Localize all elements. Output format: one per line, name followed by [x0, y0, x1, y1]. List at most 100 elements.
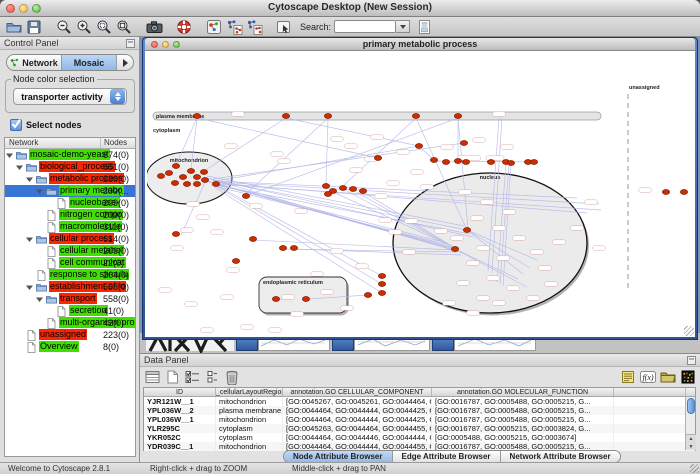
table-row-YLR295C[interactable]: YLR295Ccytoplasm[GO:0045263, GO:0044464,… [144, 424, 695, 433]
graph-node[interactable] [430, 158, 437, 163]
open-session-icon[interactable] [5, 18, 23, 36]
column-header-ID[interactable]: ID [144, 388, 216, 396]
graph-node[interactable] [364, 293, 371, 298]
graph-node[interactable] [680, 190, 687, 195]
new-attribute-icon[interactable] [163, 368, 181, 386]
zoom-selected-region-icon[interactable] [95, 18, 113, 36]
graph-node[interactable] [378, 274, 385, 279]
tab-network-attribute-browser[interactable]: Network Attribute Browser [501, 451, 620, 462]
tab-node-attribute-browser[interactable]: Node Attribute Browser [284, 451, 393, 462]
expand-triangle-icon[interactable] [26, 176, 33, 183]
unselect-attributes-icon[interactable] [203, 368, 221, 386]
tree-header-network[interactable]: Network [5, 138, 101, 148]
graph-node[interactable] [322, 184, 329, 189]
graph-node[interactable] [172, 232, 179, 237]
table-vertical-scrollbar[interactable]: ▲▼ [685, 397, 695, 450]
tab-network[interactable]: Network [7, 55, 62, 70]
table-row-YJR121W__1[interactable]: YJR121W__1mitochondrion[GO:0045267, GO:0… [144, 397, 695, 406]
graph-node[interactable] [324, 192, 331, 197]
expand-triangle-icon[interactable] [36, 188, 43, 195]
table-row-YPL036W__2[interactable]: YPL036W__2plasma membrane[GO:0044464, GO… [144, 406, 695, 415]
graph-node[interactable] [415, 144, 422, 149]
tree-row-secretion[interactable]: secretion41(0) [5, 305, 135, 317]
float-panel-icon[interactable] [687, 356, 696, 365]
tree-row-establishment-of-lo[interactable]: establishment of lo558(0) [5, 281, 135, 293]
tree-row-macromolecule[interactable]: macromolecule311(0) [5, 221, 135, 233]
attribute-table-icon[interactable] [143, 368, 161, 386]
graph-node[interactable] [349, 187, 356, 192]
duplicate-network-icon[interactable] [225, 18, 243, 36]
frame-resize-grip-icon[interactable] [684, 326, 694, 336]
column-header-blank[interactable] [614, 388, 686, 396]
graph-node[interactable] [324, 114, 331, 119]
function-builder-icon[interactable]: f(x) [639, 368, 657, 386]
zoom-to-fit-icon[interactable] [115, 18, 133, 36]
tree-row-primary-metabo[interactable]: primary metabo209(... [5, 185, 135, 197]
search-configuration-icon[interactable] [416, 18, 434, 36]
float-panel-icon[interactable] [126, 39, 135, 48]
delete-attribute-icon[interactable] [223, 368, 241, 386]
graph-node[interactable] [179, 175, 186, 180]
graph-node[interactable] [462, 160, 469, 165]
graph-node[interactable] [290, 246, 297, 251]
node-color-combobox[interactable]: transporter activity [13, 88, 127, 105]
table-row-YKR052C[interactable]: YKR052Ccytoplasm[GO:0044464, GO:0044446,… [144, 433, 695, 442]
graph-node[interactable] [165, 171, 172, 176]
tab-scroll-right-icon[interactable] [117, 55, 133, 70]
graph-node[interactable] [507, 161, 514, 166]
destroy-network-icon[interactable] [245, 18, 263, 36]
graph-node[interactable] [378, 282, 385, 287]
tree-row-transport[interactable]: transport558(0) [5, 293, 135, 305]
column-header-annotation.GO MOLECULAR_FUNCTION[interactable]: annotation.GO MOLECULAR_FUNCTION [432, 388, 614, 396]
expand-triangle-icon[interactable] [26, 236, 33, 243]
graph-node[interactable] [171, 181, 178, 186]
tree-header-nodes[interactable]: Nodes [101, 138, 135, 148]
tab-mosaic[interactable]: Mosaic [62, 55, 117, 70]
zoom-out-icon[interactable] [55, 18, 73, 36]
graph-node[interactable] [200, 170, 207, 175]
expand-triangle-icon[interactable] [36, 296, 43, 303]
tab-edge-attribute-browser[interactable]: Edge Attribute Browser [393, 451, 501, 462]
network-view-titlebar[interactable]: primary metabolic process [145, 38, 695, 51]
tree-row-response-to-stimulu[interactable]: response to stimulu264(0) [5, 269, 135, 281]
graph-node[interactable] [242, 194, 249, 199]
search-dropdown-icon[interactable] [396, 20, 410, 33]
column-header-_cellularLayoutRegion[interactable]: _cellularLayoutRegion [216, 388, 283, 396]
tree-row-multi-organism-pro[interactable]: multi-organism pro42(0) [5, 317, 135, 329]
attribute-notes-icon[interactable] [619, 368, 637, 386]
select-attributes-icon[interactable] [183, 368, 201, 386]
save-session-icon[interactable] [25, 18, 43, 36]
tree-row-nucleobase-[interactable]: nucleobase-209(0) [5, 197, 135, 209]
import-attributes-icon[interactable] [659, 368, 677, 386]
graph-node[interactable] [451, 247, 458, 252]
open-vizmapper-icon[interactable] [205, 18, 223, 36]
attribute-matrix-icon[interactable] [679, 368, 697, 386]
graph-node[interactable] [662, 190, 669, 195]
help-icon[interactable] [175, 18, 193, 36]
select-nodes-checkbox[interactable] [10, 119, 22, 131]
graph-node[interactable] [454, 159, 461, 164]
expand-triangle-icon[interactable] [6, 152, 13, 159]
graph-node[interactable] [232, 259, 239, 264]
column-header-annotation.GO CELLULAR_COMPONENT[interactable]: annotation.GO CELLULAR_COMPONENT [283, 388, 432, 396]
zoom-in-icon[interactable] [75, 18, 93, 36]
scrollbar-arrows-icon[interactable]: ▲▼ [686, 434, 696, 450]
graph-node[interactable] [272, 297, 279, 302]
tree-row-mosaic-demo-yeast[interactable]: mosaic-demo-yeast874(0) [5, 149, 135, 161]
graph-node[interactable] [193, 182, 200, 187]
graph-node[interactable] [339, 186, 346, 191]
graph-node[interactable] [412, 114, 419, 119]
graph-node[interactable] [374, 156, 381, 161]
graph-node[interactable] [193, 114, 200, 119]
tree-row-cellular-metabol[interactable]: cellular metabol209(0) [5, 245, 135, 257]
graph-node[interactable] [302, 297, 309, 302]
expand-triangle-icon[interactable] [26, 284, 33, 291]
search-input[interactable] [334, 20, 396, 33]
graph-node[interactable] [201, 178, 208, 183]
graph-node[interactable] [172, 164, 179, 169]
graph-node[interactable] [183, 182, 190, 187]
graph-node[interactable] [212, 182, 219, 187]
tree-row-unassigned[interactable]: unassigned223(0) [5, 329, 135, 341]
export-snapshot-icon[interactable] [145, 18, 163, 36]
tree-row-cellular-process[interactable]: cellular process614(0) [5, 233, 135, 245]
